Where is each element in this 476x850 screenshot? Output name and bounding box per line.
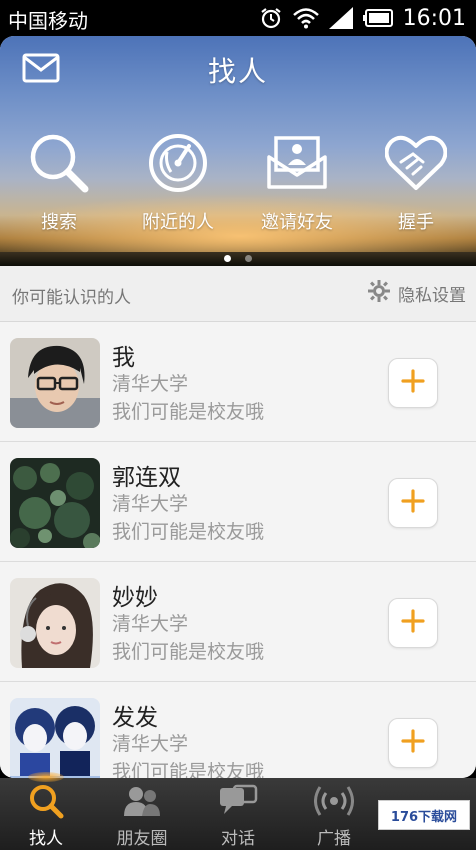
tab-chat-label: 对话 [221, 829, 255, 849]
add-friend-button[interactable] [388, 718, 438, 768]
suggestion-reason: 我们可能是校友哦 [112, 521, 265, 543]
tab-chat[interactable]: 对话 [188, 778, 288, 850]
person-name: 我 [112, 345, 135, 371]
tab-broadcast[interactable]: 广播 [284, 778, 384, 850]
person-school: 清华大学 [112, 733, 189, 755]
quick-actions: 搜索 附近的人 邀请好友 握手 [0, 131, 476, 241]
avatar[interactable] [10, 338, 100, 428]
watermark-text: 176下载网 [390, 809, 458, 825]
person-school: 清华大学 [112, 373, 189, 395]
friends-icon [92, 778, 192, 824]
clock: 16:01 [402, 5, 466, 31]
section-title: 你可能认识的人 [12, 288, 131, 308]
list-item[interactable]: 妙妙 清华大学 我们可能是校友哦 [0, 562, 476, 682]
active-tab-glow [28, 772, 64, 782]
status-icons: 16:01 [259, 4, 466, 32]
list-item[interactable]: 郭连双 清华大学 我们可能是校友哦 [0, 442, 476, 562]
person-school: 清华大学 [112, 613, 189, 635]
suggestion-reason: 我们可能是校友哦 [112, 761, 265, 778]
battery-icon [362, 9, 393, 27]
person-name: 妙妙 [112, 585, 158, 611]
search-icon [27, 131, 91, 195]
page-title: 找人 [207, 55, 268, 88]
status-bar: 中国移动 16:01 [0, 0, 476, 36]
list-item[interactable]: 发发 清华大学 我们可能是校友哦 [0, 682, 476, 778]
invite-friends-label: 邀请好友 [261, 212, 333, 233]
tab-broadcast-label: 广播 [317, 829, 351, 849]
people-list: 我 清华大学 我们可能是校友哦 郭连双 清华大学 我们可能是校友哦 妙妙 清华大… [0, 322, 476, 778]
site-watermark: 176下载网 [378, 800, 470, 830]
add-friend-button[interactable] [388, 598, 438, 648]
page-dot-active [224, 255, 232, 262]
bottom-tab-bar: 找人 朋友圈 对话 广播 176下载网 [0, 772, 476, 850]
handshake-label: 握手 [398, 212, 434, 233]
suggested-people-header: 你可能认识的人 隐私设置 [0, 266, 476, 322]
header-banner: 找人 搜索 附近的人 邀请好友 握手 [0, 36, 476, 266]
person-name: 发发 [112, 705, 158, 731]
gear-icon [368, 280, 390, 306]
page-dot-inactive [244, 255, 252, 262]
wifi-icon [292, 7, 319, 29]
search-action-label: 搜索 [41, 212, 77, 233]
invite-friends-action[interactable]: 邀请好友 [238, 131, 356, 234]
person-school: 清华大学 [112, 493, 189, 515]
signal-icon [328, 7, 353, 29]
carrier-name: 中国移动 [8, 9, 88, 33]
page-indicator [0, 247, 476, 266]
radar-icon [146, 131, 210, 195]
avatar[interactable] [10, 458, 100, 548]
avatar[interactable] [10, 578, 100, 668]
search-icon [0, 778, 96, 824]
handshake-action[interactable]: 握手 [357, 131, 475, 234]
list-item[interactable]: 我 清华大学 我们可能是校友哦 [0, 322, 476, 442]
tab-friends-circle[interactable]: 朋友圈 [92, 778, 192, 850]
privacy-settings-button[interactable]: 隐私设置 [368, 280, 466, 306]
privacy-settings-label: 隐私设置 [398, 285, 466, 306]
person-name: 郭连双 [112, 465, 181, 491]
search-action[interactable]: 搜索 [0, 131, 118, 234]
handshake-heart-icon [384, 131, 448, 195]
suggestion-reason: 我们可能是校友哦 [112, 401, 265, 423]
tab-find-people-label: 找人 [29, 829, 63, 849]
broadcast-icon [284, 778, 384, 824]
plus-icon [401, 609, 425, 637]
tab-find-people[interactable]: 找人 [0, 772, 96, 850]
invite-card-icon [265, 131, 329, 195]
plus-icon [401, 729, 425, 757]
avatar[interactable] [10, 698, 100, 778]
nearby-people-action[interactable]: 附近的人 [119, 131, 237, 234]
main-card: 找人 搜索 附近的人 邀请好友 握手 你可能认识的人 隐私设置 我 清华大学 我… [0, 36, 476, 778]
alarm-icon [259, 6, 283, 30]
plus-icon [401, 489, 425, 517]
tab-friends-circle-label: 朋友圈 [116, 829, 168, 849]
plus-icon [401, 369, 425, 397]
suggestion-reason: 我们可能是校友哦 [112, 641, 265, 663]
nearby-people-label: 附近的人 [142, 212, 214, 233]
add-friend-button[interactable] [388, 478, 438, 528]
chat-icon [188, 778, 288, 824]
add-friend-button[interactable] [388, 358, 438, 408]
